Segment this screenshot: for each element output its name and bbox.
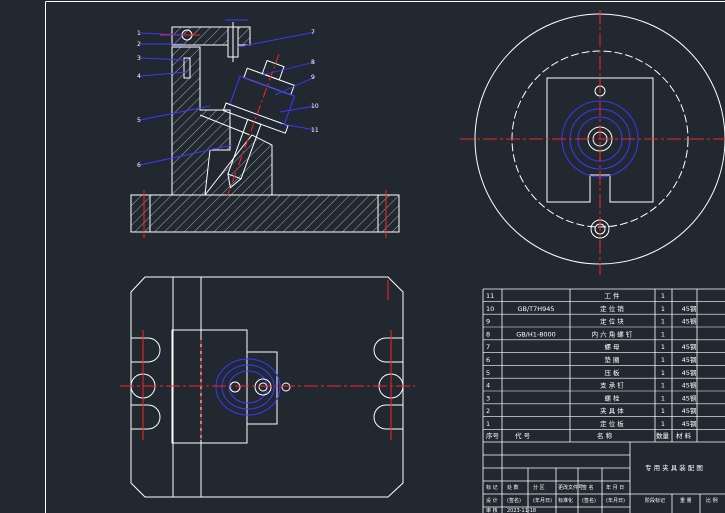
balloon-4: 4 — [137, 73, 141, 80]
top-view — [120, 276, 415, 498]
bom-cell-no: 2 — [486, 407, 490, 415]
bom-cell-code: GB/T7H945 — [517, 305, 554, 313]
bom-header-material: 材 料 — [676, 431, 692, 440]
bom-cell-name: 螺 栓 — [604, 393, 620, 402]
title-block-cell: 签 名 — [582, 484, 594, 491]
bom-cell-name: 定 位 销 — [600, 304, 624, 313]
bom-cell-qty: 1 — [661, 305, 665, 313]
balloon-1: 1 — [137, 30, 141, 37]
side-view — [460, 10, 725, 275]
balloon-11: 11 — [311, 127, 319, 134]
bom-cell-qty: 1 — [661, 369, 665, 377]
bom-rows: 11 工 件 110 GB/T7H945 定 位 销 1 45钢9 定 位 块 1 45钢8 GB/… — [483, 291, 725, 430]
bom-cell-material: 45钢 — [682, 369, 697, 377]
bom-cell-no: 8 — [486, 330, 490, 338]
balloon-8: 8 — [311, 59, 315, 66]
bom-cell-material: 45钢 — [682, 382, 697, 390]
balloon-2: 2 — [137, 41, 141, 48]
bom-cell-name: 压 板 — [604, 368, 620, 377]
bom-cell-name: 夹 具 体 — [600, 406, 624, 415]
title-block-cell: 重 量 — [680, 497, 692, 504]
cad-drawing: 1 2 3 4 5 6 7 8 9 10 11 11 工 件 110 GB/T7… — [45, 1, 725, 513]
bom-cell-no: 10 — [486, 305, 494, 313]
front-section-view — [130, 22, 400, 238]
balloon-7: 7 — [311, 29, 315, 36]
bom-cell-code: GB/H1-8000 — [516, 330, 556, 338]
bom-header-no: 序号 — [486, 431, 500, 440]
title-block-cell: 更改文件号 — [558, 484, 583, 491]
bom-cell-name: 螺 母 — [604, 342, 620, 351]
drawing-title: 专 用 夹 具 装 配 图 — [645, 463, 703, 472]
bom-cell-qty: 1 — [661, 330, 665, 338]
title-block-cell: 年 月 日 — [606, 484, 624, 491]
bom-header-code: 代 号 — [515, 431, 531, 440]
bom-cell-qty: 1 — [661, 382, 665, 390]
bom-cell-material: 45钢 — [682, 318, 697, 326]
title-block-cell: 审 核 — [486, 507, 498, 513]
title-block-cell: 处 数 — [507, 484, 519, 491]
bom-cell-name: 支 承 钉 — [600, 381, 624, 390]
bom-cell-name: 垫 圈 — [604, 355, 619, 364]
title-block-cell: 分 区 — [533, 484, 545, 491]
bom-cell-qty: 1 — [661, 420, 665, 428]
title-block-cell: (签名) — [507, 497, 521, 504]
balloon-3: 3 — [137, 55, 141, 62]
bom-cell-no: 6 — [486, 356, 490, 364]
bom-cell-material: 45钢 — [682, 356, 697, 364]
bom-cell-material: 45钢 — [682, 343, 697, 351]
bom-cell-name: 定 位 块 — [600, 317, 624, 326]
bom-cell-no: 11 — [486, 292, 494, 300]
upright-body — [171, 46, 231, 196]
balloon-6: 6 — [137, 162, 141, 169]
balloon-5: 5 — [137, 117, 141, 124]
title-block-cell: 标准化 — [558, 497, 573, 504]
bom-cell-qty: 1 — [661, 394, 665, 402]
bom-cell-qty: 1 — [661, 356, 665, 364]
bom-cell-material: 45钢 — [682, 305, 697, 313]
bom-cell-no: 7 — [486, 343, 490, 351]
title-block-cell: 2023-11-18 — [507, 508, 536, 513]
bom-cell-qty: 1 — [661, 343, 665, 351]
title-block-cell: 比 例 — [706, 497, 718, 504]
bom-cell-no: 1 — [486, 420, 490, 428]
balloon-10: 10 — [311, 103, 319, 110]
title-block-cell: 阶段标记 — [645, 497, 665, 504]
bom-cell-no: 4 — [486, 382, 490, 390]
bom-header-name: 名 称 — [597, 431, 613, 440]
title-block-cell: 标 记 — [486, 484, 498, 491]
title-block-cell: (签名) — [582, 497, 596, 504]
bom-cell-qty: 1 — [661, 318, 665, 326]
bom-cell-no: 5 — [486, 369, 490, 377]
base-plate — [130, 194, 400, 233]
bom-cell-qty: 1 — [661, 407, 665, 415]
bom-cell-material: 45钢 — [682, 394, 697, 402]
bom-cell-no: 3 — [486, 394, 490, 402]
bom-cell-name: 工 件 — [604, 291, 620, 300]
bom-cell-name: 内 六 角 螺 钉 — [592, 329, 633, 338]
title-block-cell: (年月日) — [606, 497, 625, 504]
bom-cell-material: 45钢 — [682, 420, 697, 428]
bom-cell-name: 定 位 板 — [600, 419, 624, 428]
bom-cell-no: 9 — [486, 318, 490, 326]
balloon-9: 9 — [311, 74, 315, 81]
bom-cell-material: 45钢 — [682, 407, 697, 415]
bom-header: 序号 代 号 名 称 数量 材 料 — [486, 431, 692, 440]
title-block-cell: (年月日) — [533, 497, 552, 504]
bom-header-qty: 数量 — [656, 431, 670, 440]
title-block-cell: 设 计 — [486, 497, 498, 504]
bom-cell-qty: 1 — [661, 292, 665, 300]
